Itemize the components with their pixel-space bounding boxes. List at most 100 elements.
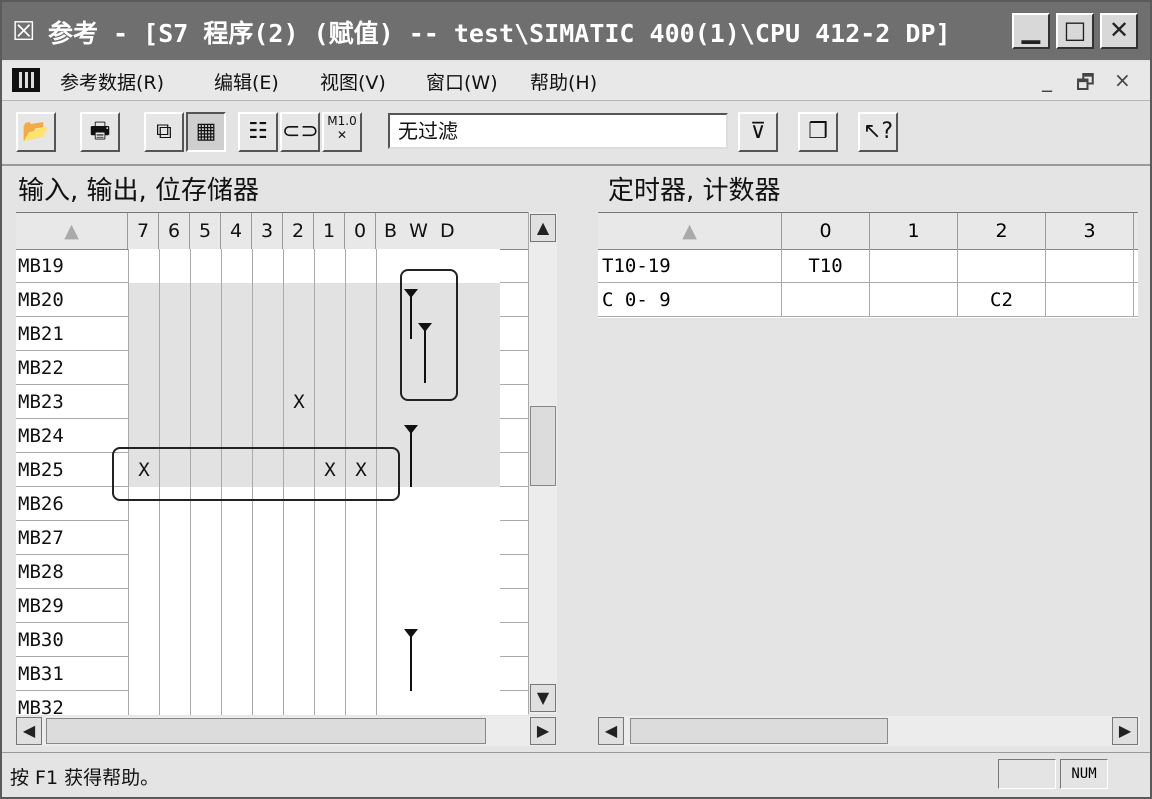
bit-cell[interactable]: [252, 283, 283, 317]
menu-view[interactable]: 视图(V): [320, 68, 386, 95]
addresses-without-symbols-button[interactable]: M1.0 ✕: [322, 112, 362, 152]
bit-cell[interactable]: [314, 283, 345, 317]
bit-cell[interactable]: [221, 351, 252, 385]
scroll-thumb[interactable]: [630, 718, 888, 744]
scroll-thumb[interactable]: [530, 406, 556, 486]
bit-cell[interactable]: [252, 249, 283, 283]
bit-cell[interactable]: [314, 385, 345, 419]
title-bar[interactable]: ☒ 参考 - [S7 程序(2) (赋值) -- test\SIMATIC 40…: [2, 2, 1150, 60]
bit-cell[interactable]: [221, 555, 252, 589]
bit-cell[interactable]: [190, 317, 221, 351]
column-header[interactable]: 0: [782, 213, 870, 249]
bit-cell[interactable]: [283, 589, 314, 623]
bit-cell[interactable]: [221, 657, 252, 691]
bit-cell[interactable]: [190, 623, 221, 657]
context-help-button[interactable]: ↖?: [858, 112, 898, 152]
bit-cell[interactable]: [252, 589, 283, 623]
bit-cell[interactable]: [159, 589, 190, 623]
table-row[interactable]: MB28: [16, 555, 528, 589]
cross-reference-button[interactable]: ⧉: [144, 112, 184, 152]
bit-cell[interactable]: [314, 691, 345, 715]
left-horizontal-scrollbar[interactable]: ◀ ▶: [16, 716, 556, 746]
bit-cell[interactable]: [221, 385, 252, 419]
bit-cell[interactable]: [283, 623, 314, 657]
bit-cell[interactable]: [283, 317, 314, 351]
menu-help[interactable]: 帮助(H): [530, 68, 597, 95]
bit-cell[interactable]: [128, 249, 159, 283]
timer-counter-cell[interactable]: [870, 283, 958, 317]
timer-counter-cell[interactable]: [870, 249, 958, 283]
bit-cell[interactable]: [159, 317, 190, 351]
bit-cell[interactable]: [190, 249, 221, 283]
menu-edit[interactable]: 编辑(E): [214, 68, 279, 95]
bit-cell[interactable]: [190, 555, 221, 589]
bit-cell[interactable]: [128, 589, 159, 623]
table-row[interactable]: MB30: [16, 623, 528, 657]
bit-cell[interactable]: [221, 283, 252, 317]
menu-window[interactable]: 窗口(W): [426, 68, 498, 95]
bit-cell[interactable]: [190, 589, 221, 623]
bit-cell[interactable]: [221, 521, 252, 555]
sort-header[interactable]: ▲: [598, 213, 782, 249]
bit-cell[interactable]: [252, 385, 283, 419]
scroll-left-button[interactable]: ◀: [598, 717, 624, 745]
bit-cell[interactable]: [283, 351, 314, 385]
mdi-close-button[interactable]: ×: [1114, 68, 1131, 92]
bit-cell[interactable]: [128, 521, 159, 555]
bit-header[interactable]: 1: [314, 213, 345, 249]
scroll-left-button[interactable]: ◀: [16, 717, 42, 745]
assignment-view-button[interactable]: ▦: [186, 112, 226, 152]
bit-cell[interactable]: [221, 249, 252, 283]
bit-cell[interactable]: [345, 249, 376, 283]
table-row[interactable]: MB31: [16, 657, 528, 691]
timer-counter-cell[interactable]: [782, 283, 870, 317]
bit-cell[interactable]: [159, 555, 190, 589]
bit-cell[interactable]: X: [283, 385, 314, 419]
bit-cell[interactable]: [345, 385, 376, 419]
table-row[interactable]: MB29: [16, 589, 528, 623]
bit-cell[interactable]: [221, 317, 252, 351]
bit-cell[interactable]: [283, 657, 314, 691]
close-button[interactable]: ✕: [1100, 13, 1138, 49]
bit-cell[interactable]: [252, 657, 283, 691]
timer-counter-cell[interactable]: C2: [958, 283, 1046, 317]
bit-cell[interactable]: [345, 521, 376, 555]
bit-cell[interactable]: [283, 283, 314, 317]
bit-cell[interactable]: [252, 691, 283, 715]
bit-cell[interactable]: [345, 317, 376, 351]
filter-button[interactable]: ⊽: [738, 112, 778, 152]
bit-cell[interactable]: [190, 351, 221, 385]
width-header[interactable]: B W D: [376, 213, 500, 249]
print-button[interactable]: 🖶: [80, 112, 120, 152]
right-horizontal-scrollbar[interactable]: ◀ ▶: [598, 716, 1140, 746]
bit-cell[interactable]: [159, 623, 190, 657]
bit-cell[interactable]: [190, 521, 221, 555]
table-row[interactable]: C 0- 9 C2: [598, 283, 1138, 317]
bit-cell[interactable]: [345, 589, 376, 623]
timer-counter-cell[interactable]: [958, 249, 1046, 283]
bit-cell[interactable]: [159, 691, 190, 715]
bit-cell[interactable]: [314, 657, 345, 691]
left-vertical-scrollbar[interactable]: ▲ ▼: [528, 212, 557, 714]
scroll-down-button[interactable]: ▼: [530, 684, 556, 712]
timer-counter-cell[interactable]: [1046, 249, 1134, 283]
table-row[interactable]: T10-19 T10: [598, 249, 1138, 283]
table-row[interactable]: MB27: [16, 521, 528, 555]
bit-header[interactable]: 3: [252, 213, 283, 249]
bit-cell[interactable]: [190, 283, 221, 317]
bit-cell[interactable]: [159, 521, 190, 555]
bit-header[interactable]: 5: [190, 213, 221, 249]
bit-cell[interactable]: [159, 385, 190, 419]
bit-cell[interactable]: [314, 555, 345, 589]
scroll-up-button[interactable]: ▲: [530, 214, 556, 242]
bit-header[interactable]: 2: [283, 213, 314, 249]
bit-cell[interactable]: [190, 385, 221, 419]
column-header[interactable]: 3: [1046, 213, 1134, 249]
timer-counter-cell[interactable]: [1046, 283, 1134, 317]
bit-header[interactable]: 6: [159, 213, 190, 249]
document-icon[interactable]: [12, 68, 40, 92]
bit-cell[interactable]: [345, 283, 376, 317]
filter-input[interactable]: 无过滤: [388, 113, 728, 149]
bit-cell[interactable]: [221, 589, 252, 623]
column-header[interactable]: 2: [958, 213, 1046, 249]
